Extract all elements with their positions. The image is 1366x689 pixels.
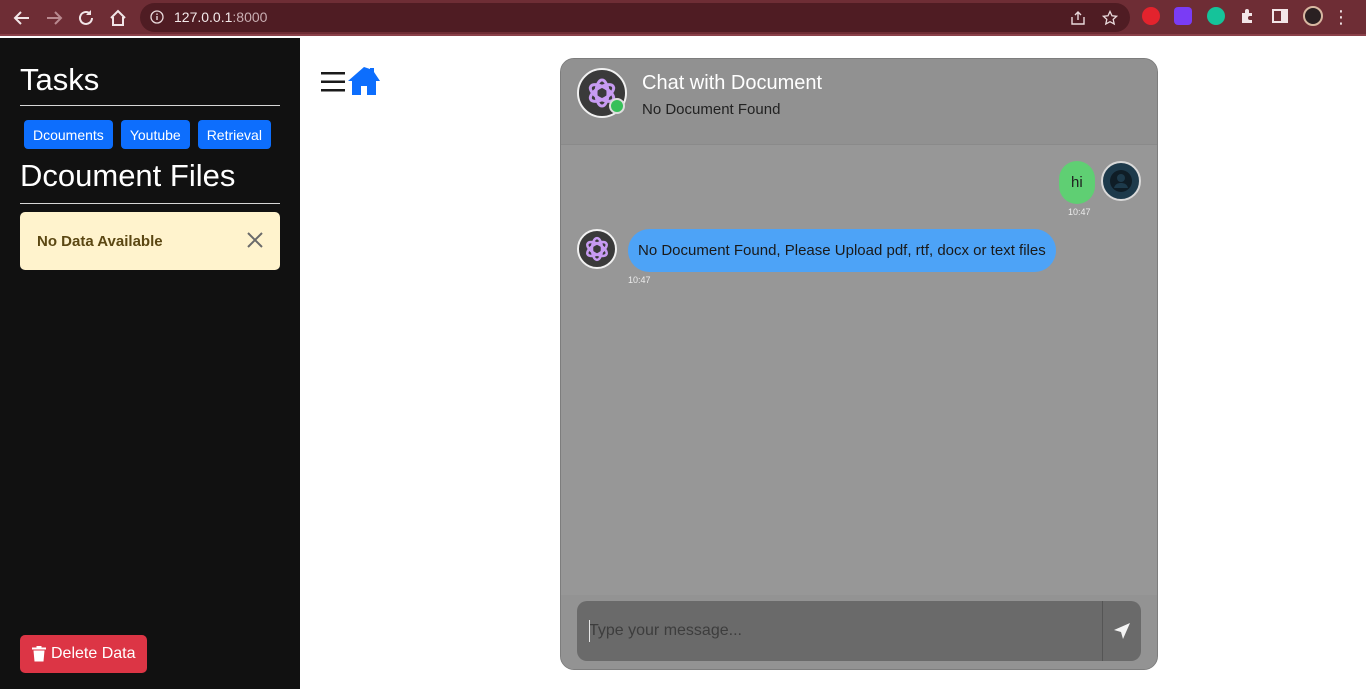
extensions-puzzle-icon[interactable] bbox=[1239, 7, 1257, 25]
reload-icon[interactable] bbox=[74, 6, 98, 30]
sidebar: Tasks Dcouments Youtube Retrieval Dcoume… bbox=[0, 38, 300, 689]
message-time: 10:47 bbox=[1068, 207, 1091, 217]
address-bar[interactable]: 127.0.0.1:8000 bbox=[140, 3, 1130, 32]
site-info-icon[interactable] bbox=[150, 10, 164, 24]
tasks-heading: Tasks bbox=[20, 62, 100, 97]
divider bbox=[20, 203, 280, 204]
back-arrow-icon[interactable] bbox=[10, 6, 34, 30]
chat-title: Chat with Document bbox=[642, 72, 823, 94]
openai-logo-icon bbox=[586, 236, 608, 262]
trash-icon bbox=[32, 646, 46, 662]
documents-button[interactable]: Dcouments bbox=[24, 120, 113, 149]
profile-avatar[interactable] bbox=[1303, 6, 1323, 26]
user-message-bubble: hi bbox=[1059, 161, 1095, 204]
bookmark-star-icon[interactable] bbox=[1102, 10, 1118, 26]
browser-home-icon[interactable] bbox=[106, 6, 130, 30]
send-button[interactable] bbox=[1102, 601, 1141, 661]
close-icon[interactable] bbox=[246, 231, 264, 249]
text-cursor bbox=[589, 620, 590, 642]
user-avatar bbox=[1101, 161, 1141, 201]
delete-data-button[interactable]: Delete Data bbox=[20, 635, 147, 673]
send-icon bbox=[1114, 623, 1130, 639]
alert-text: No Data Available bbox=[37, 233, 163, 250]
youtube-button[interactable]: Youtube bbox=[120, 120, 190, 149]
delete-data-label: Delete Data bbox=[51, 645, 136, 662]
task-buttons: Dcouments Youtube Retrieval bbox=[24, 120, 271, 149]
grammarly-icon[interactable] bbox=[1207, 7, 1225, 25]
bot-message-bubble: No Document Found, Please Upload pdf, rt… bbox=[628, 229, 1056, 272]
retrieval-button[interactable]: Retrieval bbox=[197, 120, 271, 149]
browser-menu-icon[interactable]: ⋮ bbox=[1332, 6, 1350, 28]
chat-card: Chat with Document No Document Found hi … bbox=[560, 58, 1158, 670]
divider bbox=[20, 105, 280, 106]
online-status-dot bbox=[609, 98, 625, 114]
chat-footer bbox=[561, 595, 1157, 669]
no-data-alert: No Data Available bbox=[20, 212, 280, 270]
message-input-group bbox=[577, 601, 1141, 661]
hamburger-menu-icon[interactable] bbox=[321, 69, 345, 95]
share-icon[interactable] bbox=[1070, 10, 1086, 26]
chat-subtitle: No Document Found bbox=[642, 101, 781, 118]
bot-message-avatar bbox=[577, 229, 617, 269]
chat-header: Chat with Document No Document Found bbox=[561, 59, 1157, 145]
side-panel-icon[interactable] bbox=[1271, 7, 1289, 25]
message-time: 10:47 bbox=[628, 275, 651, 285]
forward-arrow-icon[interactable] bbox=[42, 6, 66, 30]
home-icon[interactable] bbox=[347, 66, 381, 96]
message-input[interactable] bbox=[577, 601, 1101, 661]
document-files-heading: Dcoument Files bbox=[20, 158, 236, 193]
user-icon bbox=[1110, 170, 1132, 192]
browser-toolbar: 127.0.0.1:8000 ⋮ bbox=[0, 0, 1366, 36]
extension-purple-icon[interactable] bbox=[1174, 7, 1192, 25]
address-url: 127.0.0.1:8000 bbox=[174, 9, 268, 25]
extension-red-icon[interactable] bbox=[1142, 7, 1160, 25]
